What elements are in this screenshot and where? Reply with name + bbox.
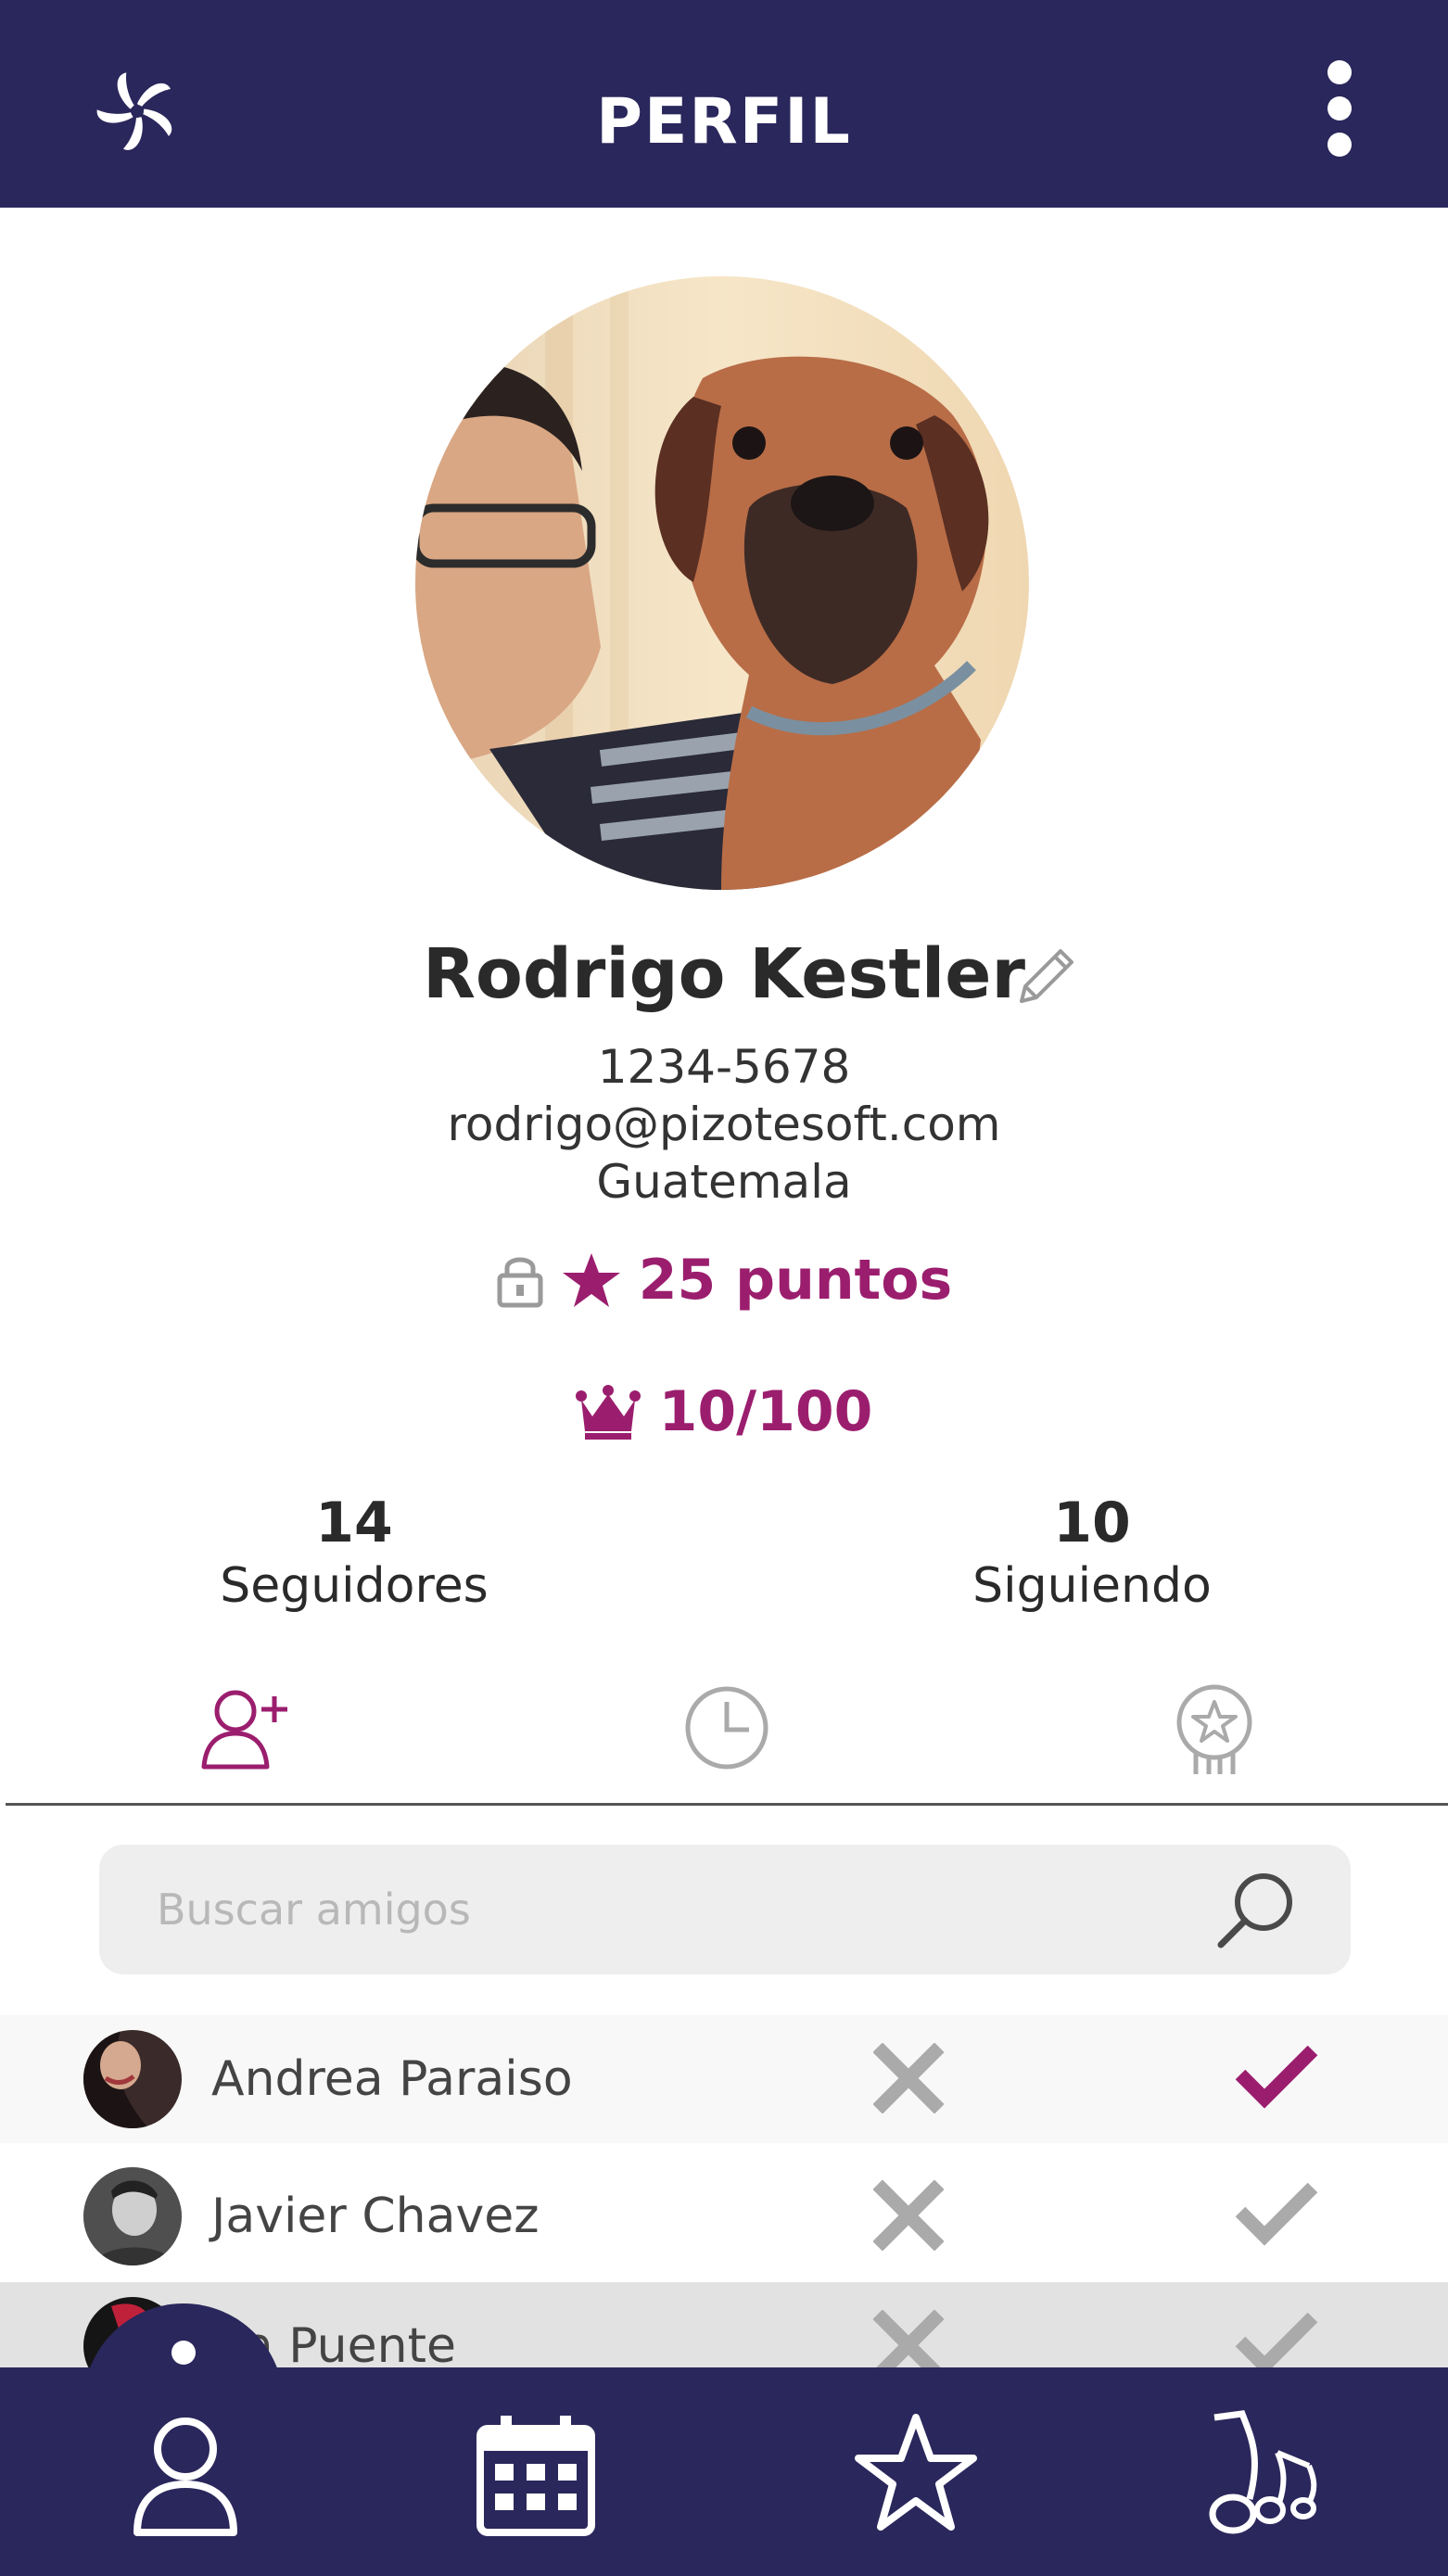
profile-avatar[interactable] <box>415 276 1029 890</box>
rank-value: 10/100 <box>658 1379 873 1444</box>
close-icon[interactable] <box>873 2180 944 2251</box>
following-count: 10 <box>1053 1491 1131 1555</box>
user-icon[interactable] <box>121 2410 250 2540</box>
friend-row: Andrea Paraiso <box>0 2015 1448 2143</box>
close-icon[interactable] <box>873 2043 944 2113</box>
tab-divider <box>6 1803 1448 1806</box>
profile-name: Rodrigo Kestler <box>423 934 1025 1014</box>
page-title: PERFIL <box>596 85 852 159</box>
friend-avatar[interactable] <box>83 2167 182 2265</box>
profile-name-row: Rodrigo Kestler <box>0 934 1448 1014</box>
friend-row: Javier Chavez <box>0 2152 1448 2280</box>
followers-label: Seguidores <box>220 1558 489 1614</box>
friend-name: Andrea Paraiso <box>211 2051 573 2107</box>
fab-dot <box>171 2341 196 2365</box>
award-badge-icon[interactable] <box>1168 1681 1261 1774</box>
calendar-icon[interactable] <box>471 2410 601 2540</box>
profile-email: rodrigo@pizotesoft.com <box>447 1098 1001 1151</box>
star-icon[interactable] <box>851 2410 981 2540</box>
search-bar <box>99 1845 1351 1974</box>
following-label: Siguiendo <box>972 1558 1212 1614</box>
rank-row: 10/100 <box>0 1379 1448 1444</box>
pencil-icon[interactable] <box>1014 944 1079 1009</box>
profile-photo <box>415 276 1029 890</box>
profile-phone: 1234-5678 <box>597 1040 851 1094</box>
more-vertical-icon[interactable] <box>1316 57 1363 159</box>
friend-avatar[interactable] <box>83 2030 182 2128</box>
profile-country: Guatemala <box>596 1155 852 1209</box>
app-header: PERFIL <box>0 0 1448 208</box>
followers-stat[interactable]: 14 Seguidores <box>159 1491 549 1617</box>
add-user-icon[interactable] <box>198 1681 291 1774</box>
crown-icon <box>575 1385 641 1440</box>
friend-name: Javier Chavez <box>211 2189 540 2244</box>
search-input[interactable] <box>157 1872 1176 1947</box>
music-notes-icon[interactable] <box>1205 2410 1335 2540</box>
check-icon[interactable] <box>1233 2041 1318 2112</box>
points-row: 25 puntos <box>0 1248 1448 1313</box>
followers-count: 14 <box>315 1491 393 1555</box>
clock-icon[interactable] <box>680 1681 773 1774</box>
lock-icon <box>497 1257 543 1308</box>
points-value: 25 puntos <box>638 1248 953 1313</box>
search-icon[interactable] <box>1212 1865 1301 1954</box>
check-icon[interactable] <box>1233 2178 1318 2249</box>
star-filled-icon <box>562 1253 620 1307</box>
following-stat[interactable]: 10 Siguiendo <box>897 1491 1287 1617</box>
